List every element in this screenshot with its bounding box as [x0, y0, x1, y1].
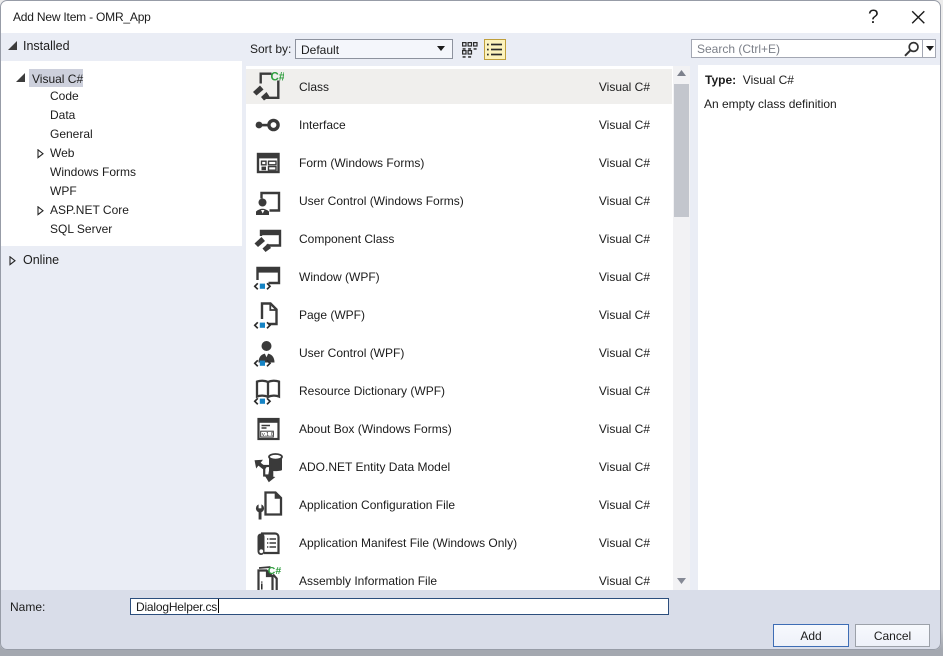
- svg-text:C#: C#: [271, 72, 285, 84]
- svg-text:v.1.0: v.1.0: [262, 432, 274, 438]
- svg-text:C#: C#: [268, 565, 282, 577]
- svg-text:i: i: [260, 581, 263, 591]
